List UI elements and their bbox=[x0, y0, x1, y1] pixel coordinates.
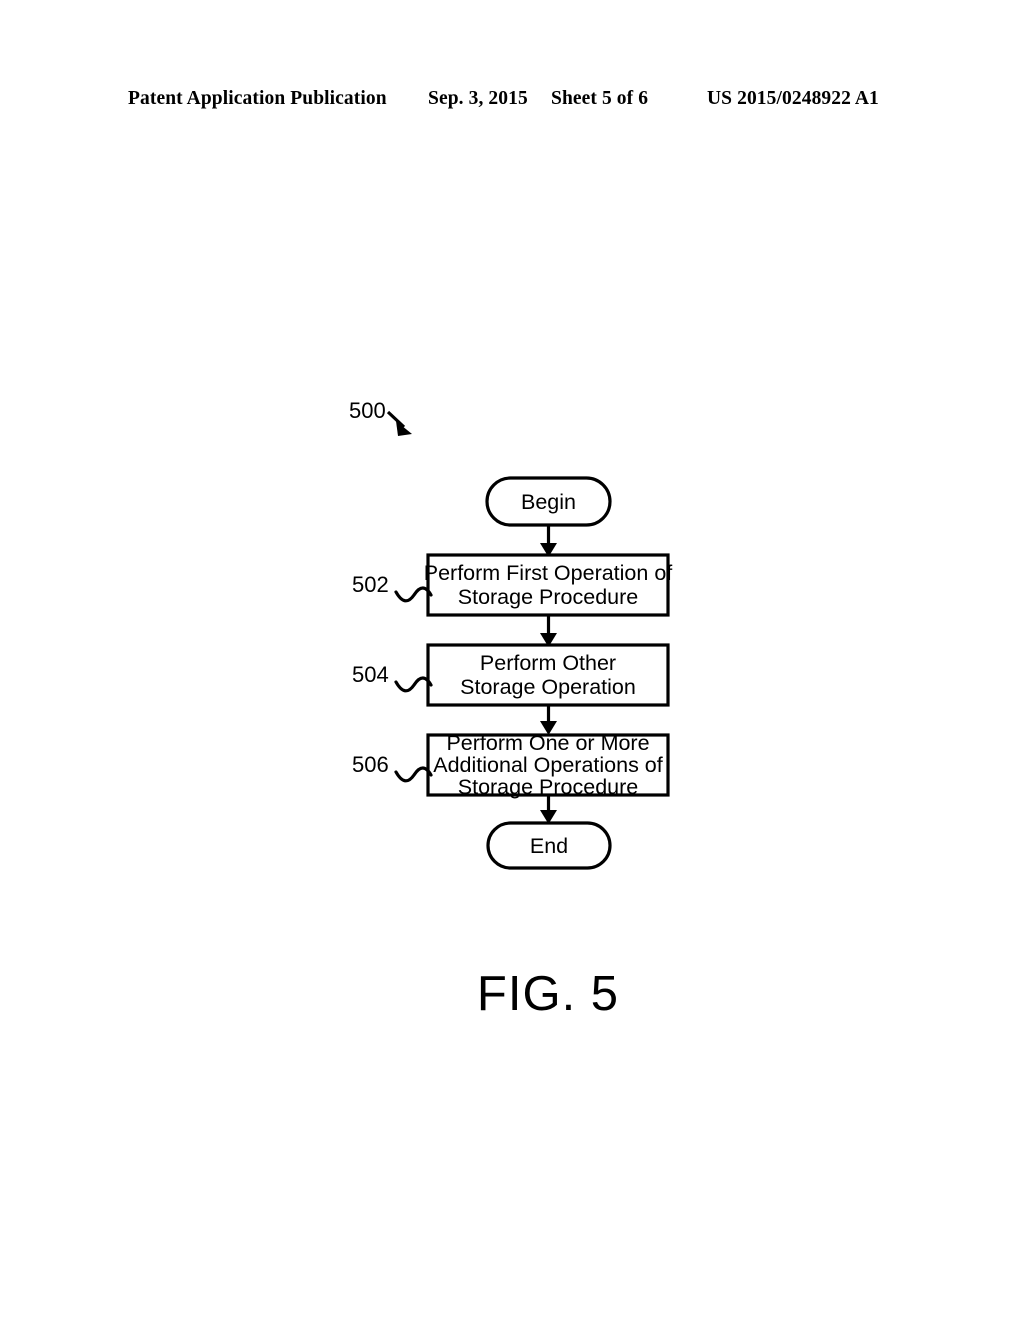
process-box-504-line-2: Storage Operation bbox=[460, 675, 636, 699]
figure-500: 500 Begin Perform First Operation of Sto… bbox=[0, 0, 1024, 1320]
ref-leader-506 bbox=[394, 766, 433, 783]
process-box-506-line-2: Additional Operations of bbox=[433, 753, 663, 777]
process-box-502-line-2: Storage Procedure bbox=[458, 585, 638, 609]
figure-caption: FIG. 5 bbox=[477, 967, 619, 1021]
ref-label-504: 504 bbox=[352, 662, 389, 687]
diagram-label-500: 500 bbox=[349, 398, 386, 423]
flowchart-svg: 500 Begin Perform First Operation of Sto… bbox=[349, 398, 673, 1021]
diagram-label-arrowhead bbox=[396, 421, 412, 436]
process-box-504-line-1: Perform Other bbox=[480, 651, 616, 675]
ref-leader-502 bbox=[394, 586, 433, 603]
process-box-506-line-1: Perform One or More bbox=[446, 731, 649, 755]
process-box-502-line-1: Perform First Operation of bbox=[424, 561, 673, 585]
ref-label-506: 506 bbox=[352, 752, 389, 777]
ref-label-502: 502 bbox=[352, 572, 389, 597]
terminator-begin-label: Begin bbox=[521, 490, 576, 514]
ref-leader-504 bbox=[394, 676, 433, 693]
diagram-label-leader-line bbox=[386, 410, 406, 429]
terminator-end-label: End bbox=[530, 834, 568, 858]
